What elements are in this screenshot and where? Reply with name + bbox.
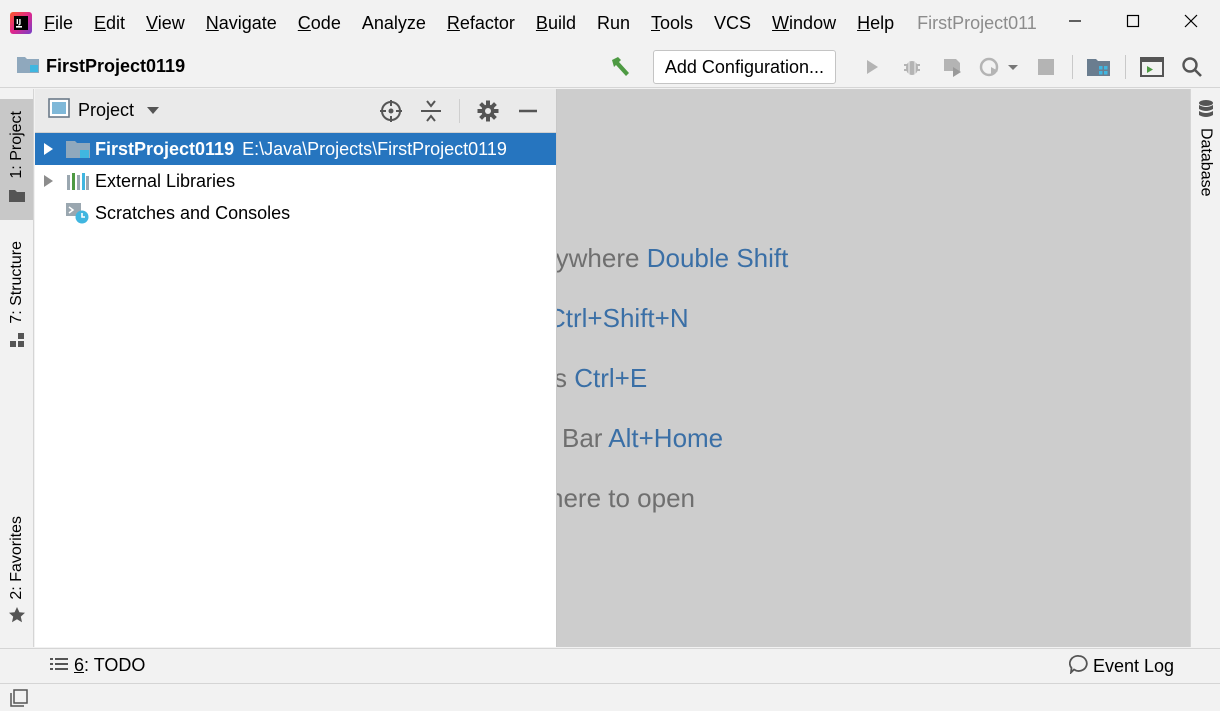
menu-tools[interactable]: Tools [651, 13, 693, 34]
hint-navigation-bar: Bar Alt+Home [562, 423, 723, 454]
locate-file-icon[interactable] [371, 93, 411, 129]
todo-label: : TODO [84, 655, 146, 675]
tool-tab-project[interactable]: 1: Project [0, 99, 33, 220]
expand-arrow-icon[interactable] [35, 142, 61, 156]
event-log-label: Event Log [1092, 655, 1174, 676]
menu-edit[interactable]: Edit [94, 13, 125, 34]
project-view-selector[interactable]: Project [48, 98, 160, 123]
panel-header-separator [459, 99, 460, 123]
tree-row-scratches[interactable]: Scratches and Consoles [35, 197, 556, 229]
tool-tab-todo[interactable]: 6: TODO [50, 655, 145, 676]
menu-analyze[interactable]: Analyze [362, 13, 426, 34]
scratches-consoles-icon [65, 202, 91, 224]
run-with-coverage-icon[interactable] [932, 49, 972, 85]
hint-shortcut: Double Shift [646, 243, 789, 273]
menu-code[interactable]: Code [298, 13, 341, 34]
status-bar [0, 683, 1220, 711]
profile-icon[interactable] [972, 49, 1026, 85]
editor-empty-area: rywhere Double Shift Ctrl+Shift+N s Ctrl… [557, 89, 1190, 647]
menu-view[interactable]: View [146, 13, 185, 34]
menu-bar: IJ File Edit View Navigate Code Analyze Refact… [0, 0, 1220, 46]
database-icon [1197, 99, 1215, 124]
hide-panel-icon[interactable] [508, 93, 548, 129]
hint-go-to-file: Ctrl+Shift+N [557, 303, 689, 334]
hint-shortcut: Alt+Home [608, 423, 724, 453]
tool-tab-structure-label: 7: Structure [7, 241, 25, 324]
expand-arrow-icon[interactable] [35, 174, 61, 188]
terminal-window-icon[interactable] [1132, 49, 1172, 85]
hint-text: Bar [562, 423, 603, 453]
hint-recent-files: s Ctrl+E [557, 363, 647, 394]
build-hammer-icon[interactable] [601, 49, 641, 85]
debug-icon[interactable] [892, 49, 932, 85]
todo-mnemonic: 6 [74, 655, 85, 675]
star-icon [8, 606, 26, 629]
breadcrumb[interactable]: FirstProject0119 [16, 54, 185, 79]
settings-gear-icon[interactable] [468, 93, 508, 129]
tree-item-path: E:\Java\Projects\FirstProject0119 [242, 138, 507, 159]
tool-tab-event-log[interactable]: Event Log [1068, 649, 1174, 683]
tree-item-label: Scratches and Consoles [95, 202, 291, 223]
tree-row-project-root[interactable]: FirstProject0119 E:\Java\Projects\FirstP… [35, 133, 556, 165]
project-panel-header: Project [35, 89, 556, 133]
menu-run[interactable]: Run [597, 13, 630, 34]
folder-icon [8, 187, 26, 208]
breadcrumb-project-name: FirstProject0119 [46, 56, 186, 76]
menu-vcs[interactable]: VCS [714, 13, 751, 34]
event-log-balloon-icon [1068, 654, 1089, 679]
project-folder-icon [16, 54, 40, 79]
hint-shortcut: Ctrl+E [574, 363, 648, 393]
project-view-label: Project [78, 100, 135, 120]
project-folder-icon [65, 138, 91, 160]
tool-tab-structure[interactable]: 7: Structure [0, 231, 33, 359]
hint-text: here to open [557, 483, 696, 513]
run-icon[interactable] [852, 49, 892, 85]
structure-icon [9, 332, 25, 353]
tree-item-label: FirstProject0119 [95, 138, 235, 159]
maximize-button[interactable] [1104, 0, 1162, 42]
project-view-icon [48, 98, 70, 123]
toolbar-separator [1072, 55, 1073, 79]
right-tool-window-bar: Database [1190, 89, 1220, 647]
dropdown-arrow-icon [146, 100, 160, 121]
project-tree: FirstProject0119 E:\Java\Projects\FirstP… [35, 133, 556, 229]
toggle-tool-windows-icon[interactable] [10, 688, 28, 707]
minimize-button[interactable] [1046, 0, 1104, 42]
hint-shortcut: Ctrl+Shift+N [557, 303, 689, 333]
menu-help[interactable]: Help [857, 13, 894, 34]
hint-text: s [557, 363, 567, 393]
stop-icon[interactable] [1026, 49, 1066, 85]
add-configuration-button[interactable]: Add Configuration... [652, 50, 836, 84]
close-window-button[interactable] [1162, 0, 1220, 42]
left-tool-window-bar: 1: Project 7: Structure 2: Favorites [0, 89, 34, 647]
svg-text:IJ: IJ [16, 18, 21, 26]
project-tool-window: Project FirstProject0119 E:\Java\Project… [35, 89, 557, 647]
menu-navigate[interactable]: Navigate [206, 13, 277, 34]
toolbar-separator [1125, 55, 1126, 79]
window-title: FirstProject011 [917, 12, 1037, 33]
hint-text: rywhere [557, 243, 640, 273]
menu-refactor[interactable]: Refactor [447, 13, 515, 34]
menu-file[interactable]: File [44, 13, 73, 34]
navigation-bar: FirstProject0119 Add Configuration... [0, 46, 1220, 88]
list-icon [50, 655, 68, 676]
menu-window[interactable]: Window [772, 13, 836, 34]
libraries-icon [65, 170, 91, 192]
tool-tab-database[interactable]: Database [1191, 99, 1220, 197]
hint-drop-files: here to open [557, 483, 695, 514]
bottom-tool-window-bar: 6: TODO Event Log [0, 648, 1220, 682]
menu-build[interactable]: Build [536, 13, 576, 34]
tool-tab-project-label: 1: Project [7, 111, 25, 179]
project-structure-icon[interactable] [1079, 49, 1119, 85]
search-icon[interactable] [1172, 49, 1212, 85]
tool-tab-favorites[interactable]: 2: Favorites [0, 509, 33, 635]
hint-search-everywhere: rywhere Double Shift [557, 243, 788, 274]
tool-tab-database-label: Database [1197, 128, 1215, 197]
tree-row-external-libraries[interactable]: External Libraries [35, 165, 556, 197]
intellij-logo-icon: IJ [10, 12, 32, 34]
collapse-all-icon[interactable] [411, 93, 451, 129]
tree-item-label: External Libraries [95, 170, 236, 191]
tool-tab-favorites-label: 2: Favorites [7, 516, 25, 600]
